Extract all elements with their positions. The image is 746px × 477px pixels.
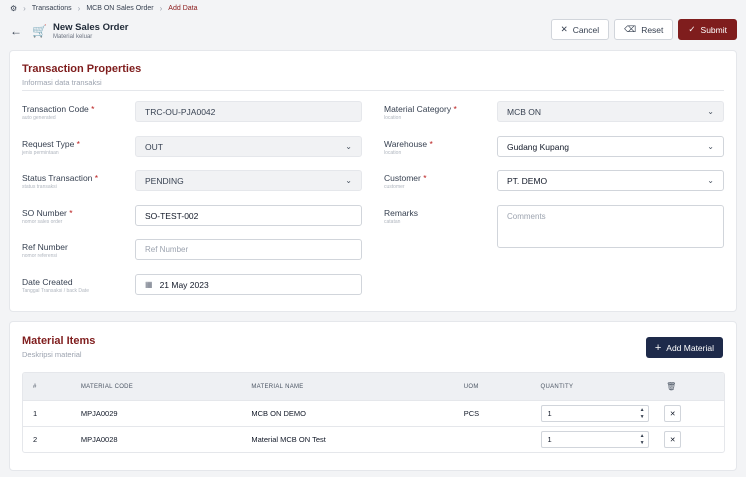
status-transaction-hint: status transaksi xyxy=(22,184,57,190)
ref-number-label: Ref Number xyxy=(22,242,68,252)
section-subtitle: Informasi data transaksi xyxy=(22,78,102,87)
remarks-hint: catatan xyxy=(384,219,401,225)
remarks-label: Remarks xyxy=(384,208,419,218)
transaction-properties-card: Transaction Properties Informasi data tr… xyxy=(9,50,737,312)
reset-button[interactable]: ⌫ Reset xyxy=(614,19,674,40)
material-category-select[interactable]: MCB ON ⌄ xyxy=(497,101,724,122)
backspace-icon: ⌫ xyxy=(624,24,637,34)
cancel-button[interactable]: ✕ Cancel xyxy=(550,19,610,40)
breadcrumb-item-transactions[interactable]: Transactions xyxy=(32,5,72,12)
chevron-down-icon: ⌄ xyxy=(345,142,352,151)
column-header: 🗑 xyxy=(664,382,724,391)
table-row: 2 MPJA0028 Material MCB ON Test 1 ▲ ▼ ✕ xyxy=(23,426,724,452)
material-code: MPJA0028 xyxy=(80,435,118,444)
chevron-down-icon: ⌄ xyxy=(707,142,714,151)
material-items-card: Material Items Deskripsi material + Add … xyxy=(9,321,737,471)
back-arrow-icon[interactable]: ← xyxy=(10,24,22,38)
warehouse-label: Warehouse * xyxy=(384,139,433,149)
stepper-icon[interactable]: ▲ ▼ xyxy=(640,433,645,447)
submit-button[interactable]: ✓ Submit xyxy=(678,19,737,40)
close-icon: ✕ xyxy=(669,410,676,418)
transaction-code-label: Transaction Code * xyxy=(22,104,95,114)
date-created-hint: Tanggal Transaksi / back Date xyxy=(22,288,89,294)
so-number-hint: nomor sales order xyxy=(22,219,63,225)
home-icon[interactable]: ⚙ xyxy=(10,4,17,13)
calendar-icon: ▦ xyxy=(145,280,153,289)
date-created-label: Date Created xyxy=(22,277,73,287)
cancel-button-label: Cancel xyxy=(572,24,600,35)
material-table: # MATERIAL CODE MATERIAL NAME UOM QUANTI… xyxy=(22,372,725,453)
breadcrumb-item-sales-order[interactable]: MCB ON Sales Order xyxy=(86,5,153,12)
column-header: QUANTITY xyxy=(540,383,574,390)
remove-cell: ✕ xyxy=(664,431,724,448)
cart-icon: 🛒 xyxy=(32,24,47,38)
divider xyxy=(22,90,724,91)
transaction-code-hint: auto generated xyxy=(22,115,56,121)
section-title: Material Items xyxy=(22,335,96,347)
quantity-cell: 1 ▲ ▼ xyxy=(540,431,665,448)
remarks-textarea[interactable]: Comments xyxy=(497,205,724,248)
page-title: New Sales Order xyxy=(52,22,129,33)
column-header: # xyxy=(33,383,37,390)
status-transaction-select[interactable]: PENDING ⌄ xyxy=(135,170,362,191)
quantity-cell: 1 ▲ ▼ xyxy=(540,405,665,422)
row-number: 1 xyxy=(33,409,38,418)
plus-icon: + xyxy=(654,341,662,354)
warehouse-hint: location xyxy=(384,150,402,156)
quantity-input[interactable]: 1 ▲ ▼ xyxy=(540,405,649,422)
request-type-label: Request Type * xyxy=(22,139,80,149)
column-header: MATERIAL CODE xyxy=(80,383,134,390)
uom: PCS xyxy=(463,409,480,418)
status-transaction-label: Status Transaction * xyxy=(22,173,99,183)
material-category-hint: location xyxy=(384,115,402,121)
customer-select[interactable]: PT. DEMO ⌄ xyxy=(497,170,724,191)
table-row: 1 MPJA0029 MCB ON DEMO PCS 1 ▲ ▼ ✕ xyxy=(23,400,724,426)
reset-button-label: Reset xyxy=(641,24,664,35)
so-number-label: SO Number * xyxy=(22,208,73,218)
remove-row-button[interactable]: ✕ xyxy=(664,431,682,448)
request-type-select[interactable]: OUT ⌄ xyxy=(135,136,362,157)
submit-button-label: Submit xyxy=(700,24,727,35)
chevron-down-icon: ⌄ xyxy=(707,107,714,116)
page-title-block: New Sales Order Material keluar xyxy=(53,22,129,40)
customer-hint: customer xyxy=(384,184,405,190)
request-type-hint: jenis permintaan xyxy=(22,150,59,156)
chevron-right-icon: › xyxy=(159,3,163,13)
page-header: ← 🛒 New Sales Order Material keluar ✕ Ca… xyxy=(0,14,746,48)
so-number-input[interactable]: SO-TEST-002 xyxy=(135,205,362,226)
chevron-right-icon: › xyxy=(23,3,26,13)
row-number: 2 xyxy=(33,435,38,444)
breadcrumb-item-current: Add Data xyxy=(168,4,198,12)
material-code: MPJA0029 xyxy=(80,409,118,418)
chevron-down-icon: ⌄ xyxy=(707,176,714,185)
material-name: Material MCB ON Test xyxy=(251,435,326,444)
remove-row-button[interactable]: ✕ xyxy=(664,405,682,422)
date-created-picker[interactable]: ▦ 21 May 2023 xyxy=(135,274,362,295)
column-header: MATERIAL NAME xyxy=(251,383,304,390)
remove-cell: ✕ xyxy=(664,405,724,422)
trash-icon: 🗑 xyxy=(666,382,677,391)
chevron-right-icon: › xyxy=(77,3,81,13)
transaction-code-field: TRC-OU-PJA0042 xyxy=(135,101,362,122)
page-subtitle: Material keluar xyxy=(52,34,93,40)
stepper-icon[interactable]: ▲ ▼ xyxy=(640,407,645,421)
add-material-button[interactable]: + Add Material xyxy=(645,337,723,358)
add-material-button-label: Add Material xyxy=(666,342,714,353)
customer-label: Customer * xyxy=(384,173,427,183)
material-name: MCB ON DEMO xyxy=(251,409,306,418)
section-title: Transaction Properties xyxy=(22,63,142,75)
column-header: UOM xyxy=(463,383,479,390)
check-icon: ✓ xyxy=(688,24,696,34)
material-category-label: Material Category * xyxy=(384,104,457,114)
quantity-input[interactable]: 1 ▲ ▼ xyxy=(540,431,649,448)
section-subtitle: Deskripsi material xyxy=(22,350,82,359)
breadcrumb: ⚙ › Transactions › MCB ON Sales Order › … xyxy=(0,0,746,14)
close-icon: ✕ xyxy=(560,24,568,34)
ref-number-hint: nomor referensi xyxy=(22,253,58,259)
close-icon: ✕ xyxy=(669,436,676,444)
chevron-down-icon: ⌄ xyxy=(345,176,352,185)
warehouse-select[interactable]: Gudang Kupang ⌄ xyxy=(497,136,724,157)
table-header: # MATERIAL CODE MATERIAL NAME UOM QUANTI… xyxy=(23,373,724,400)
ref-number-input[interactable]: Ref Number xyxy=(135,239,362,260)
